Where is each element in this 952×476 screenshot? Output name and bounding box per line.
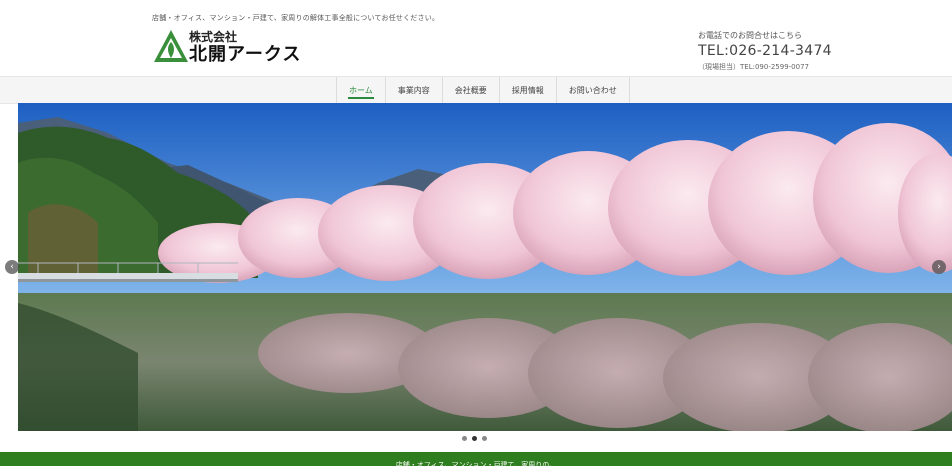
slider-dot-2[interactable] [472,436,477,441]
contact-label: お電話でのお問合せはこちら [698,31,802,40]
chevron-left-icon: ‹ [10,262,14,272]
slider-prev-button[interactable]: ‹ [5,260,19,274]
site-header: 店舗・オフィス、マンション・戸建て、家周りの解体工事全般についてお任せください。… [0,0,952,76]
nav-item-services[interactable]: 事業内容 [386,77,443,103]
nav-item-recruit[interactable]: 採用情報 [500,77,557,103]
chevron-right-icon: › [937,262,941,272]
contact-tel[interactable]: TEL:026-214-3474 [698,43,838,59]
contact-box: お電話でのお問合せはこちら TEL:026-214-3474 （現場担当）TEL… [698,30,838,72]
logo-company-name: 北開アークス [189,44,302,65]
contact-site-tel[interactable]: （現場担当）TEL:090-2599-0077 [698,62,838,72]
header-tagline: 店舗・オフィス、マンション・戸建て、家周りの解体工事全般についてお任せください。 [152,14,440,22]
nav-list: ホーム 事業内容 会社概要 採用情報 お問い合わせ [336,77,630,103]
slider-next-button[interactable]: › [932,260,946,274]
nav-item-contact[interactable]: お問い合わせ [557,77,630,103]
intro-band: 店舗・オフィス、マンション・戸建て、家周りの、 [0,452,952,469]
hero-slide-image [18,103,952,431]
nav-item-home[interactable]: ホーム [337,77,386,103]
company-logo[interactable]: 株式会社 北開アークス [152,28,312,65]
intro-band-text: 店舗・オフィス、マンション・戸建て、家周りの、 [395,461,557,469]
slider-dots [462,436,487,441]
logo-mark-icon [154,30,188,62]
slider-dot-1[interactable] [462,436,467,441]
nav-item-company[interactable]: 会社概要 [443,77,500,103]
slider-dot-3[interactable] [482,436,487,441]
cherry-blossom-landscape [18,103,952,431]
main-nav: ホーム 事業内容 会社概要 採用情報 お問い合わせ [0,76,952,104]
